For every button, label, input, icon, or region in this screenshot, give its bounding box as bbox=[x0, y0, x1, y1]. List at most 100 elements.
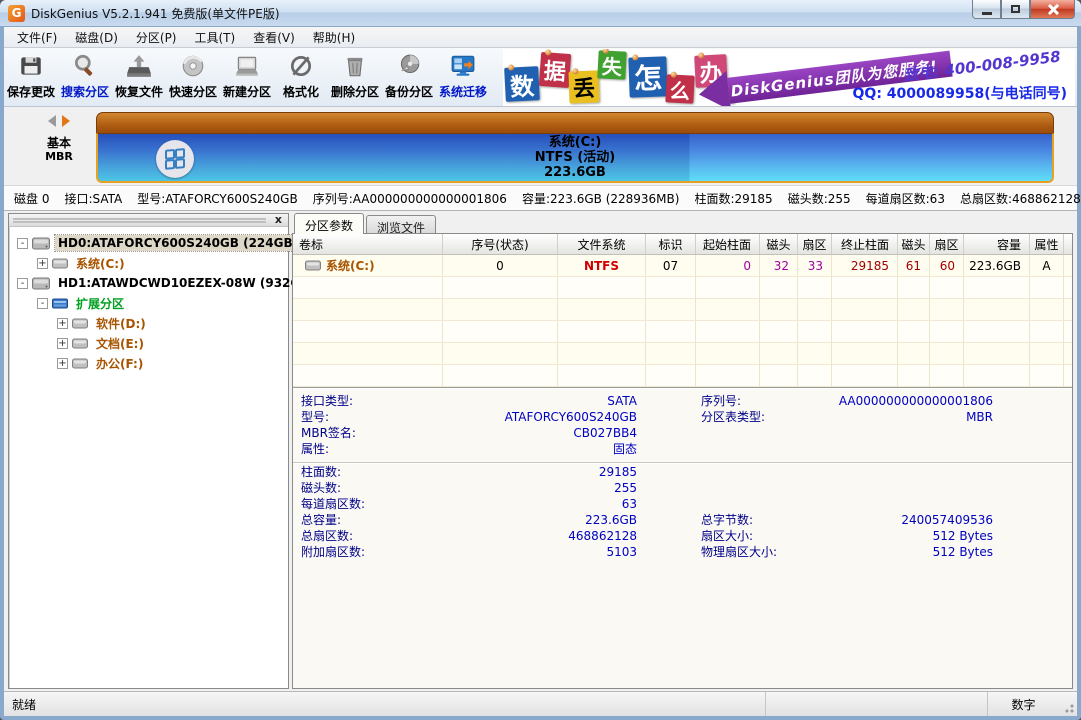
new-partition-icon bbox=[234, 53, 261, 80]
column-header[interactable]: 卷标 bbox=[293, 234, 443, 254]
disk-serial: 序列号:AA000000000000001806 bbox=[313, 190, 507, 207]
tab-browse-files[interactable]: 浏览文件 bbox=[366, 215, 436, 234]
column-header[interactable]: 属性 bbox=[1030, 234, 1064, 254]
collapse-icon[interactable]: - bbox=[17, 278, 28, 289]
cell-start-sector: 33 bbox=[798, 255, 832, 276]
tree-item-software-d[interactable]: + 软件(D:) bbox=[11, 313, 286, 333]
menu-tools[interactable]: 工具(T) bbox=[186, 27, 245, 48]
status-spacer bbox=[765, 692, 987, 716]
expand-icon[interactable]: + bbox=[37, 258, 48, 269]
detail-label: 柱面数: bbox=[293, 465, 341, 481]
disk-details-pane: 接口类型:SATA序列号:AA000000000000001806 型号:ATA… bbox=[293, 387, 1072, 688]
detail-label: 序列号: bbox=[693, 394, 741, 410]
partition-icon bbox=[72, 318, 88, 329]
new-partition-button[interactable]: 新建分区 bbox=[220, 48, 274, 105]
column-header[interactable]: 文件系统 bbox=[558, 234, 646, 254]
disk-header-strip[interactable] bbox=[96, 112, 1054, 133]
close-button[interactable] bbox=[1030, 0, 1075, 19]
minimize-button[interactable] bbox=[972, 0, 1001, 19]
recover-files-button[interactable]: 恢复文件 bbox=[112, 48, 166, 105]
expand-icon[interactable]: + bbox=[57, 318, 68, 329]
menu-file[interactable]: 文件(F) bbox=[8, 27, 66, 48]
quick-partition-button[interactable]: 快速分区 bbox=[166, 48, 220, 105]
ad-tile: 怎 bbox=[628, 56, 667, 97]
tree-item-documents-e[interactable]: + 文档(E:) bbox=[11, 333, 286, 353]
detail-value: 223.6GB bbox=[341, 513, 637, 529]
expand-icon[interactable]: + bbox=[57, 358, 68, 369]
backup-partition-button[interactable]: 备份分区 bbox=[382, 48, 436, 105]
tree-item-extended-partition[interactable]: - 扩展分区 bbox=[11, 293, 286, 313]
partition-detail-panel: 分区参数 浏览文件 卷标 序号(状态) 文件系统 标识 起始柱面 磁头 扇区 终… bbox=[292, 211, 1073, 689]
menu-view[interactable]: 查看(V) bbox=[244, 27, 304, 48]
detail-label: MBR签名: bbox=[293, 426, 356, 442]
maximize-button[interactable] bbox=[1001, 0, 1030, 19]
detail-value: MBR bbox=[765, 410, 993, 426]
disk-info-bar: 磁盘 0 接口:SATA 型号:ATAFORCY600S240GB 序列号:AA… bbox=[4, 185, 1077, 211]
tree-item-hd0[interactable]: - HD0:ATAFORCY600S240GB (224GB) bbox=[11, 233, 286, 253]
column-header[interactable]: 终止柱面 bbox=[832, 234, 898, 254]
detail-value: AA000000000000001806 bbox=[741, 394, 993, 410]
detail-label: 总字节数: bbox=[693, 513, 753, 529]
partition-block-c[interactable]: 系统(C:) NTFS (活动) 223.6GB bbox=[96, 133, 1054, 183]
cell-id: 07 bbox=[646, 255, 696, 276]
column-header[interactable]: 容量 bbox=[964, 234, 1030, 254]
detail-label: 总扇区数: bbox=[293, 529, 353, 545]
cell-end-cylinder: 29185 bbox=[832, 255, 898, 276]
cell-volume: 系统(C:) bbox=[326, 257, 375, 274]
disk-interface: 接口:SATA bbox=[64, 190, 122, 207]
quick-partition-icon bbox=[180, 53, 207, 80]
system-migration-button[interactable]: 系统迁移 bbox=[436, 48, 490, 105]
cell-start-head: 32 bbox=[760, 255, 798, 276]
disk-sectors-per-track: 每道扇区数:63 bbox=[866, 190, 945, 207]
cell-end-sector: 60 bbox=[930, 255, 964, 276]
cell-end-head: 61 bbox=[898, 255, 930, 276]
title-bar[interactable]: G DiskGenius V5.2.1.941 免费版(单文件PE版) bbox=[0, 0, 1081, 27]
arrow-left-icon bbox=[697, 71, 732, 106]
tree-panel-header[interactable]: x bbox=[9, 214, 288, 227]
empty-row bbox=[293, 321, 1072, 343]
detail-label: 分区表类型: bbox=[693, 410, 765, 426]
disk-bar[interactable]: 系统(C:) NTFS (活动) 223.6GB bbox=[96, 112, 1054, 183]
ad-banner[interactable]: 数 据 丢 失 怎 么 办 ! DiskGenius团队为您服务! 致电: 40… bbox=[503, 49, 1075, 106]
column-header[interactable]: 序号(状态) bbox=[443, 234, 558, 254]
table-header-row: 卷标 序号(状态) 文件系统 标识 起始柱面 磁头 扇区 终止柱面 磁头 扇区 … bbox=[293, 234, 1072, 255]
partition-icon bbox=[305, 260, 321, 271]
table-row[interactable]: 系统(C:) 0 NTFS 07 0 32 33 29185 61 60 223… bbox=[293, 255, 1072, 277]
save-changes-button[interactable]: 保存更改 bbox=[4, 48, 58, 105]
tree-item-system-c[interactable]: + 系统(C:) bbox=[11, 253, 286, 273]
tree-item-office-f[interactable]: + 办公(F:) bbox=[11, 353, 286, 373]
disk-type-label: 基本 MBR bbox=[30, 137, 88, 163]
detail-label: 接口类型: bbox=[293, 394, 353, 410]
menu-disk[interactable]: 磁盘(D) bbox=[66, 27, 127, 48]
resize-grip[interactable] bbox=[1059, 692, 1077, 716]
column-header[interactable]: 扇区 bbox=[798, 234, 832, 254]
detail-label: 型号: bbox=[293, 410, 329, 426]
detail-value: 512 Bytes bbox=[777, 545, 993, 561]
expand-icon[interactable]: + bbox=[57, 338, 68, 349]
column-header[interactable]: 磁头 bbox=[898, 234, 930, 254]
detail-label: 属性: bbox=[293, 442, 329, 458]
delete-partition-button[interactable]: 删除分区 bbox=[328, 48, 382, 105]
hard-disk-icon bbox=[32, 237, 50, 250]
column-header[interactable]: 标识 bbox=[646, 234, 696, 254]
menu-bar: 文件(F) 磁盘(D) 分区(P) 工具(T) 查看(V) 帮助(H) bbox=[4, 27, 1077, 48]
partition-icon bbox=[72, 338, 88, 349]
collapse-icon[interactable]: - bbox=[17, 238, 28, 249]
splitter-grip[interactable] bbox=[13, 218, 266, 220]
format-button[interactable]: 格式化 bbox=[274, 48, 328, 105]
tree-item-hd1[interactable]: - HD1:ATAWDCWD10EZEX-08W (932GB) bbox=[11, 273, 286, 293]
panel-close-icon[interactable]: x bbox=[272, 214, 285, 226]
empty-row bbox=[293, 299, 1072, 321]
menu-partition[interactable]: 分区(P) bbox=[127, 27, 186, 48]
menu-help[interactable]: 帮助(H) bbox=[304, 27, 364, 48]
nav-back-icon[interactable] bbox=[48, 115, 56, 127]
column-header[interactable]: 磁头 bbox=[760, 234, 798, 254]
column-header[interactable]: 起始柱面 bbox=[696, 234, 760, 254]
ad-tile: 数 bbox=[504, 66, 540, 102]
nav-forward-icon[interactable] bbox=[62, 115, 70, 127]
search-partition-button[interactable]: 搜索分区 bbox=[58, 48, 112, 105]
ad-qq: QQ: 4000089958(与电话同号) bbox=[853, 83, 1067, 103]
column-header[interactable]: 扇区 bbox=[930, 234, 964, 254]
collapse-icon[interactable]: - bbox=[37, 298, 48, 309]
tab-partition-params[interactable]: 分区参数 bbox=[294, 213, 364, 234]
